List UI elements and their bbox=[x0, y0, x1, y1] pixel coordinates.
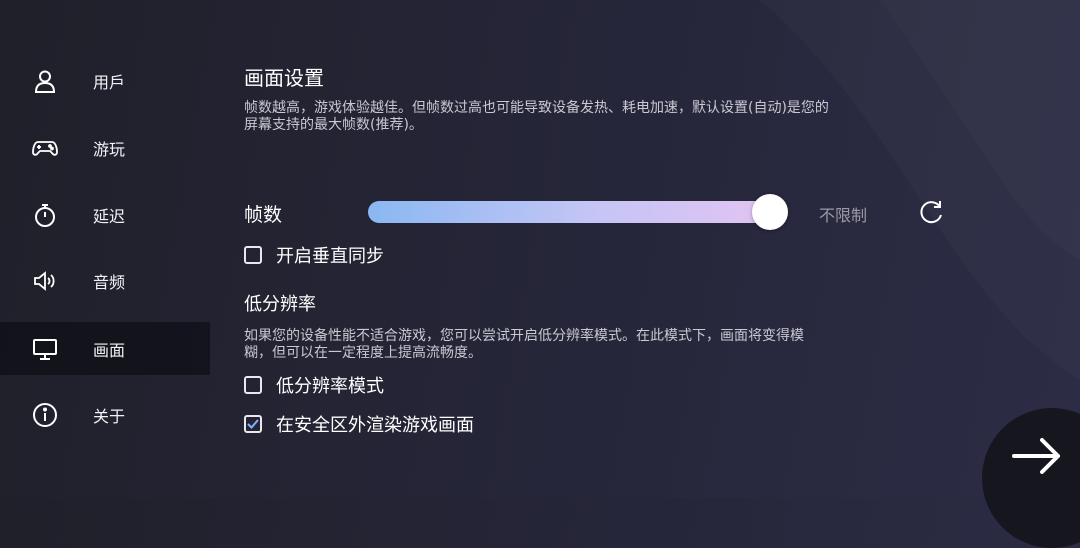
frame-rate-label: 帧数 bbox=[244, 204, 283, 226]
speaker-icon bbox=[32, 268, 58, 294]
vsync-label: 开启垂直同步 bbox=[276, 246, 384, 267]
sidebar-item-about[interactable]: 关于 bbox=[0, 388, 210, 441]
low-res-mode-label: 低分辨率模式 bbox=[276, 376, 384, 397]
low-res-description-line: 如果您的设备性能不适合游戏，您可以尝试开启低分辨率模式。在此模式下，画面将变得模 bbox=[244, 328, 804, 344]
display-settings-panel: 画面设置 帧数越高，游戏体验越佳。但帧数过高也可能导致设备发热、耗电加速，默认设… bbox=[244, 0, 944, 498]
vsync-option[interactable]: 开启垂直同步 bbox=[244, 243, 384, 267]
sidebar-item-audio[interactable]: 音频 bbox=[0, 254, 210, 307]
sidebar-item-display[interactable]: 画面 bbox=[0, 322, 210, 375]
vsync-checkbox[interactable] bbox=[244, 246, 262, 264]
low-res-title: 低分辨率 bbox=[244, 294, 316, 315]
safe-area-checkbox[interactable] bbox=[244, 415, 262, 433]
sidebar-item-label: 音频 bbox=[93, 272, 126, 292]
info-icon bbox=[32, 402, 58, 428]
gamepad-icon bbox=[32, 135, 58, 161]
low-res-mode-checkbox[interactable] bbox=[244, 376, 262, 394]
page-title: 画面设置 bbox=[244, 66, 324, 90]
frame-rate-slider-thumb[interactable] bbox=[752, 194, 788, 230]
safe-area-label: 在安全区外渲染游戏画面 bbox=[276, 415, 474, 436]
user-icon bbox=[32, 68, 58, 94]
low-res-description-line: 糊，但可以在一定程度上提高流畅度。 bbox=[244, 345, 482, 361]
frame-rate-slider-track[interactable] bbox=[368, 201, 778, 223]
low-res-mode-option[interactable]: 低分辨率模式 bbox=[244, 373, 384, 397]
sidebar-item-label: 画面 bbox=[93, 340, 126, 360]
frame-rate-value: 不限制 bbox=[819, 206, 868, 225]
sidebar-item-label: 用戶 bbox=[93, 72, 126, 92]
description-line: 帧数越高，游戏体验越佳。但帧数过高也可能导致设备发热、耗电加速，默认设置(自动)… bbox=[244, 100, 829, 116]
check-icon bbox=[247, 419, 259, 429]
refresh-icon bbox=[920, 201, 942, 224]
description-line: 屏幕支持的最大帧数(推荐)。 bbox=[244, 117, 423, 133]
arrow-right-icon bbox=[1012, 438, 1060, 474]
next-button[interactable] bbox=[982, 408, 1080, 548]
sidebar-item-user[interactable]: 用戶 bbox=[0, 54, 210, 107]
sidebar-item-play[interactable]: 游玩 bbox=[0, 121, 210, 174]
reset-button[interactable] bbox=[918, 198, 946, 226]
stopwatch-icon bbox=[32, 202, 58, 228]
sidebar-item-label: 延迟 bbox=[93, 206, 126, 226]
sidebar-item-label: 游玩 bbox=[93, 139, 126, 159]
safe-area-option[interactable]: 在安全区外渲染游戏画面 bbox=[244, 412, 474, 436]
sidebar-item-label: 关于 bbox=[93, 406, 126, 426]
monitor-icon bbox=[32, 336, 58, 362]
sidebar-item-latency[interactable]: 延迟 bbox=[0, 188, 210, 241]
